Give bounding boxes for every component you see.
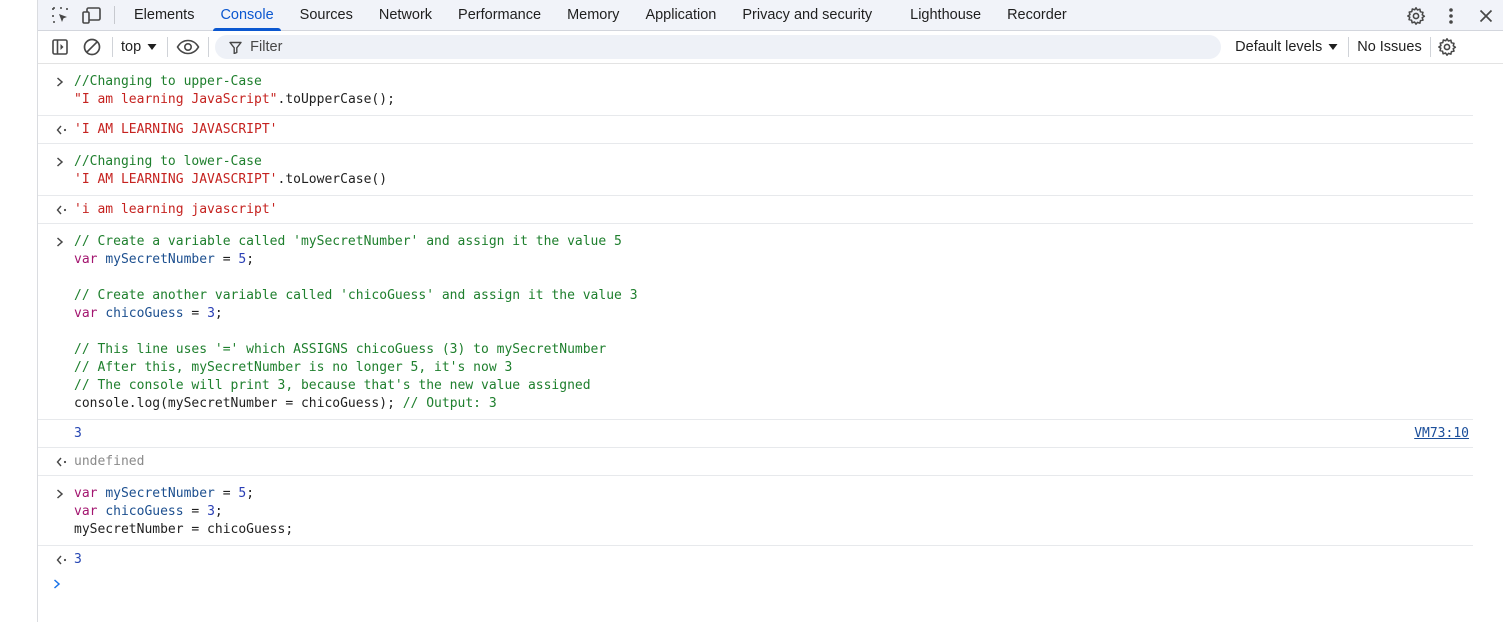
console-log-output[interactable]: 3 VM73:10 [38,420,1473,448]
filter-input[interactable] [250,39,1151,55]
tab-privacy-security[interactable]: Privacy and security [729,0,885,31]
code-operator: = [183,306,208,321]
code-comment: // The console will print 3, because tha… [74,378,591,393]
log-levels-label: Default levels [1235,39,1323,55]
context-label: top [121,39,142,55]
console-messages: //Changing to upper-Case "I am learning … [38,64,1473,599]
tab-application[interactable]: Application [632,0,729,31]
code-string: "I am learning JavaScript" [74,92,278,107]
toolbar-separator [208,37,210,57]
log-output-value: 3 [74,426,82,441]
result-value: 'i am learning javascript' [74,202,278,217]
input-chevron-icon [56,233,70,251]
tab-elements[interactable]: Elements [121,0,207,31]
tabbar-separator [114,6,115,24]
code-keyword: var [74,486,98,501]
code-operator: = [183,504,208,519]
dropdown-arrow-icon [147,44,157,50]
code-semicolon: ; [246,252,255,267]
sidebar-toggle-icon[interactable] [44,32,76,63]
code-semicolon: ; [214,306,223,321]
code-comment: // Create another variable called 'chico… [74,288,638,303]
code-keyword: var [74,252,98,267]
code-comment: // Output: 3 [394,396,497,411]
left-gutter [0,0,38,622]
filter-box[interactable] [215,35,1222,59]
clear-console-icon[interactable] [76,32,108,63]
tab-network[interactable]: Network [366,0,445,31]
code-keyword: var [74,504,98,519]
source-location-link[interactable]: VM73:10 [1414,425,1469,443]
console-result-entry[interactable]: 'i am learning javascript' [38,196,1473,224]
result-arrow-icon [56,453,70,471]
code-comment: //Changing to lower-Case [74,154,262,169]
code-semicolon: ; [246,486,255,501]
code-operator: = [214,486,239,501]
code-comment: // Create a variable called 'mySecretNum… [74,234,622,249]
input-chevron-icon [56,73,70,91]
issues-counter[interactable]: No Issues [1349,31,1429,64]
console-toolbar: top Default levels No Issues [38,31,1503,64]
code-number: 3 [207,504,215,519]
result-arrow-icon [56,201,70,219]
tab-console[interactable]: Console [207,0,286,31]
code-comment: // This line uses '=' which ASSIGNS chic… [74,342,607,357]
more-options-icon[interactable] [1433,0,1468,31]
code-string: 'I AM LEARNING JAVASCRIPT' [74,172,278,187]
console-result-entry[interactable]: 3 [38,546,1473,573]
code-keyword: var [74,306,98,321]
code-variable: chicoGuess [105,306,184,321]
console-result-entry[interactable]: 'I AM LEARNING JAVASCRIPT' [38,116,1473,144]
filter-funnel-icon [229,41,242,54]
code-comment: // After this, mySecretNumber is no long… [74,360,513,375]
tab-sources[interactable]: Sources [287,0,366,31]
console-settings-gear-icon[interactable] [1431,32,1463,63]
code-console-log: console.log(mySecretNumber = chicoGuess)… [74,396,395,411]
tab-memory[interactable]: Memory [554,0,632,31]
code-comment: //Changing to upper-Case [74,74,262,89]
inspect-element-icon[interactable] [44,0,76,31]
console-input-entry[interactable]: // Create a variable called 'mySecretNum… [38,224,1473,420]
devtools-tabbar: Elements Console Sources Network Perform… [38,0,1503,31]
log-levels-dropdown[interactable]: Default levels [1221,31,1348,64]
code-variable: mySecretNumber [105,252,215,267]
context-selector[interactable]: top [113,31,167,64]
code-variable: mySecretNumber [105,486,215,501]
input-chevron-icon [56,153,70,171]
code-method-call: .toLowerCase() [277,172,388,187]
device-toolbar-icon[interactable] [76,0,108,31]
console-input-entry[interactable]: //Changing to upper-Case "I am learning … [38,64,1473,116]
code-operator: = [214,252,239,267]
code-assignment: mySecretNumber = chicoGuess; [74,522,294,537]
input-chevron-icon [56,485,70,503]
result-arrow-icon [56,551,70,569]
result-value: 3 [74,552,82,567]
console-input-entry[interactable]: //Changing to lower-Case 'I AM LEARNING … [38,144,1473,196]
tab-recorder[interactable]: Recorder [994,0,1080,31]
code-variable: chicoGuess [105,504,184,519]
code-semicolon: ; [214,504,223,519]
result-arrow-icon [56,121,70,139]
console-result-entry[interactable]: undefined [38,448,1473,476]
tab-lighthouse[interactable]: Lighthouse [897,0,994,31]
settings-gear-icon[interactable] [1398,0,1433,31]
close-devtools-icon[interactable] [1468,0,1503,31]
tab-performance[interactable]: Performance [445,0,554,31]
code-method-call: .toUpperCase(); [277,92,395,107]
console-input-entry[interactable]: var mySecretNumber = 5; var chicoGuess =… [38,476,1473,546]
console-prompt[interactable] [38,573,1473,599]
result-value: undefined [74,454,145,469]
code-number: 3 [207,306,215,321]
result-value: 'I AM LEARNING JAVASCRIPT' [74,122,278,137]
live-expression-eye-icon[interactable] [168,32,208,63]
dropdown-arrow-icon [1328,44,1338,50]
prompt-chevron-icon [53,577,61,595]
